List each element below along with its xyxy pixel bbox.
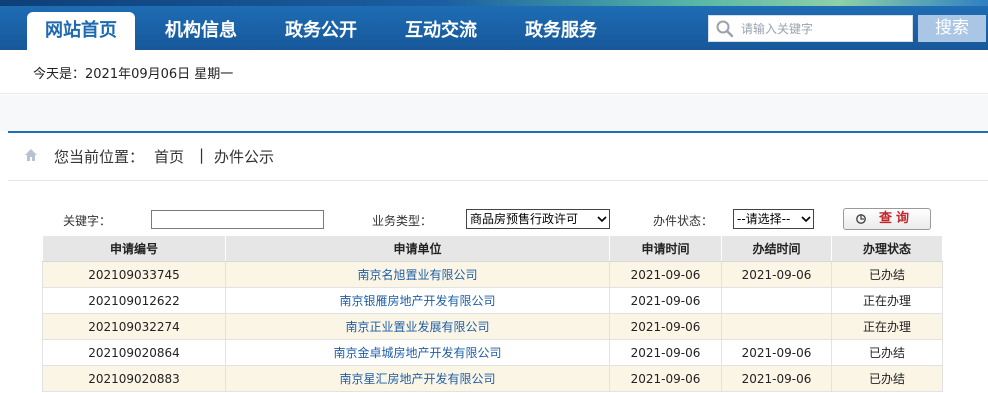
application-number: 202109020864 [42, 339, 226, 366]
query-button-label: 查询 [879, 211, 914, 226]
completion-time: 2021-09-06 [721, 261, 832, 288]
search-input[interactable] [741, 18, 909, 40]
keyword-input[interactable] [151, 210, 324, 229]
divider-line [8, 180, 988, 181]
decorative-banner-strip [0, 0, 988, 6]
applicant-unit-link[interactable]: 南京正业置业发展有限公司 [225, 313, 610, 340]
status-select[interactable]: --请选择-- [733, 209, 814, 229]
column-header-completion-time: 办结时间 [721, 235, 832, 262]
nav-item-government-affairs-disclosure[interactable]: 政务公开 [267, 12, 375, 50]
search-button[interactable]: 搜索 [918, 15, 986, 42]
divider-line [8, 131, 988, 133]
application-number: 202109032274 [42, 313, 226, 340]
case-table: 申请编号 申请单位 申请时间 办结时间 办理状态 202109033745 南京… [42, 235, 943, 392]
applicant-unit-link[interactable]: 南京金卓城房地产开发有限公司 [225, 339, 610, 366]
application-number: 202109020883 [42, 365, 226, 392]
breadcrumb-current[interactable]: 办件公示 [214, 146, 274, 167]
home-icon [25, 149, 37, 161]
completion-time: 2021-09-06 [721, 339, 832, 366]
completion-time: 2021-09-06 [721, 365, 832, 392]
business-type-select[interactable]: 商品房预售行政许可 [466, 209, 610, 229]
chevron-down-icon [801, 216, 811, 223]
breadcrumb-separator: | [199, 146, 205, 164]
header-spacer [0, 95, 988, 131]
top-navigation-bar: 网站首页 机构信息 政务公开 互动交流 政务服务 搜索 [0, 0, 988, 50]
processing-status: 已办结 [831, 261, 943, 288]
table-row: 202109033745 南京名旭置业有限公司 2021-09-06 2021-… [42, 261, 943, 288]
search-box [708, 15, 913, 42]
application-time: 2021-09-06 [609, 261, 722, 288]
applicant-unit-link[interactable]: 南京名旭置业有限公司 [225, 261, 610, 288]
date-strip: 今天是：2021年09月06日 星期一 [0, 50, 988, 94]
applicant-unit-link[interactable]: 南京银雁房地产开发有限公司 [225, 287, 610, 314]
processing-status: 正在办理 [831, 287, 943, 314]
nav-item-home[interactable]: 网站首页 [27, 12, 135, 50]
breadcrumb-prefix: 您当前位置： [54, 148, 145, 166]
breadcrumb-home-link[interactable]: 首页 [154, 146, 184, 167]
processing-status: 已办结 [831, 365, 943, 392]
column-header-application-time: 申请时间 [609, 235, 722, 262]
completion-time [721, 287, 832, 314]
nav-item-government-services[interactable]: 政务服务 [507, 12, 615, 50]
status-label: 办件状态： [653, 214, 714, 228]
column-header-applicant-unit: 申请单位 [225, 235, 610, 262]
keyword-label: 关键字： [63, 214, 112, 228]
column-header-application-number: 申请编号 [42, 235, 226, 262]
current-date: 今天是：2021年09月06日 星期一 [33, 67, 234, 82]
table-row: 202109020864 南京金卓城房地产开发有限公司 2021-09-06 2… [42, 339, 943, 366]
application-time: 2021-09-06 [609, 313, 722, 340]
chevron-down-icon [597, 216, 607, 223]
application-time: 2021-09-06 [609, 339, 722, 366]
nav-item-organization-info[interactable]: 机构信息 [147, 12, 255, 50]
applicant-unit-link[interactable]: 南京星汇房地产开发有限公司 [225, 365, 610, 392]
nav-item-interaction[interactable]: 互动交流 [387, 12, 495, 50]
status-selected: --请选择-- [737, 212, 791, 226]
table-header-row: 申请编号 申请单位 申请时间 办结时间 办理状态 [42, 235, 943, 262]
column-header-status: 办理状态 [831, 235, 943, 262]
table-row: 202109032274 南京正业置业发展有限公司 2021-09-06 正在办… [42, 313, 943, 340]
business-type-selected: 商品房预售行政许可 [470, 212, 579, 226]
application-number: 202109033745 [42, 261, 226, 288]
magnifier-icon [856, 214, 866, 224]
table-row: 202109012622 南京银雁房地产开发有限公司 2021-09-06 正在… [42, 287, 943, 314]
table-row: 202109020883 南京星汇房地产开发有限公司 2021-09-06 20… [42, 365, 943, 392]
query-button[interactable]: 查询 [843, 208, 931, 230]
processing-status: 正在办理 [831, 313, 943, 340]
business-type-label: 业务类型： [372, 214, 433, 228]
search-icon [716, 20, 734, 38]
completion-time [721, 313, 832, 340]
application-time: 2021-09-06 [609, 365, 722, 392]
processing-status: 已办结 [831, 339, 943, 366]
application-number: 202109012622 [42, 287, 226, 314]
application-time: 2021-09-06 [609, 287, 722, 314]
